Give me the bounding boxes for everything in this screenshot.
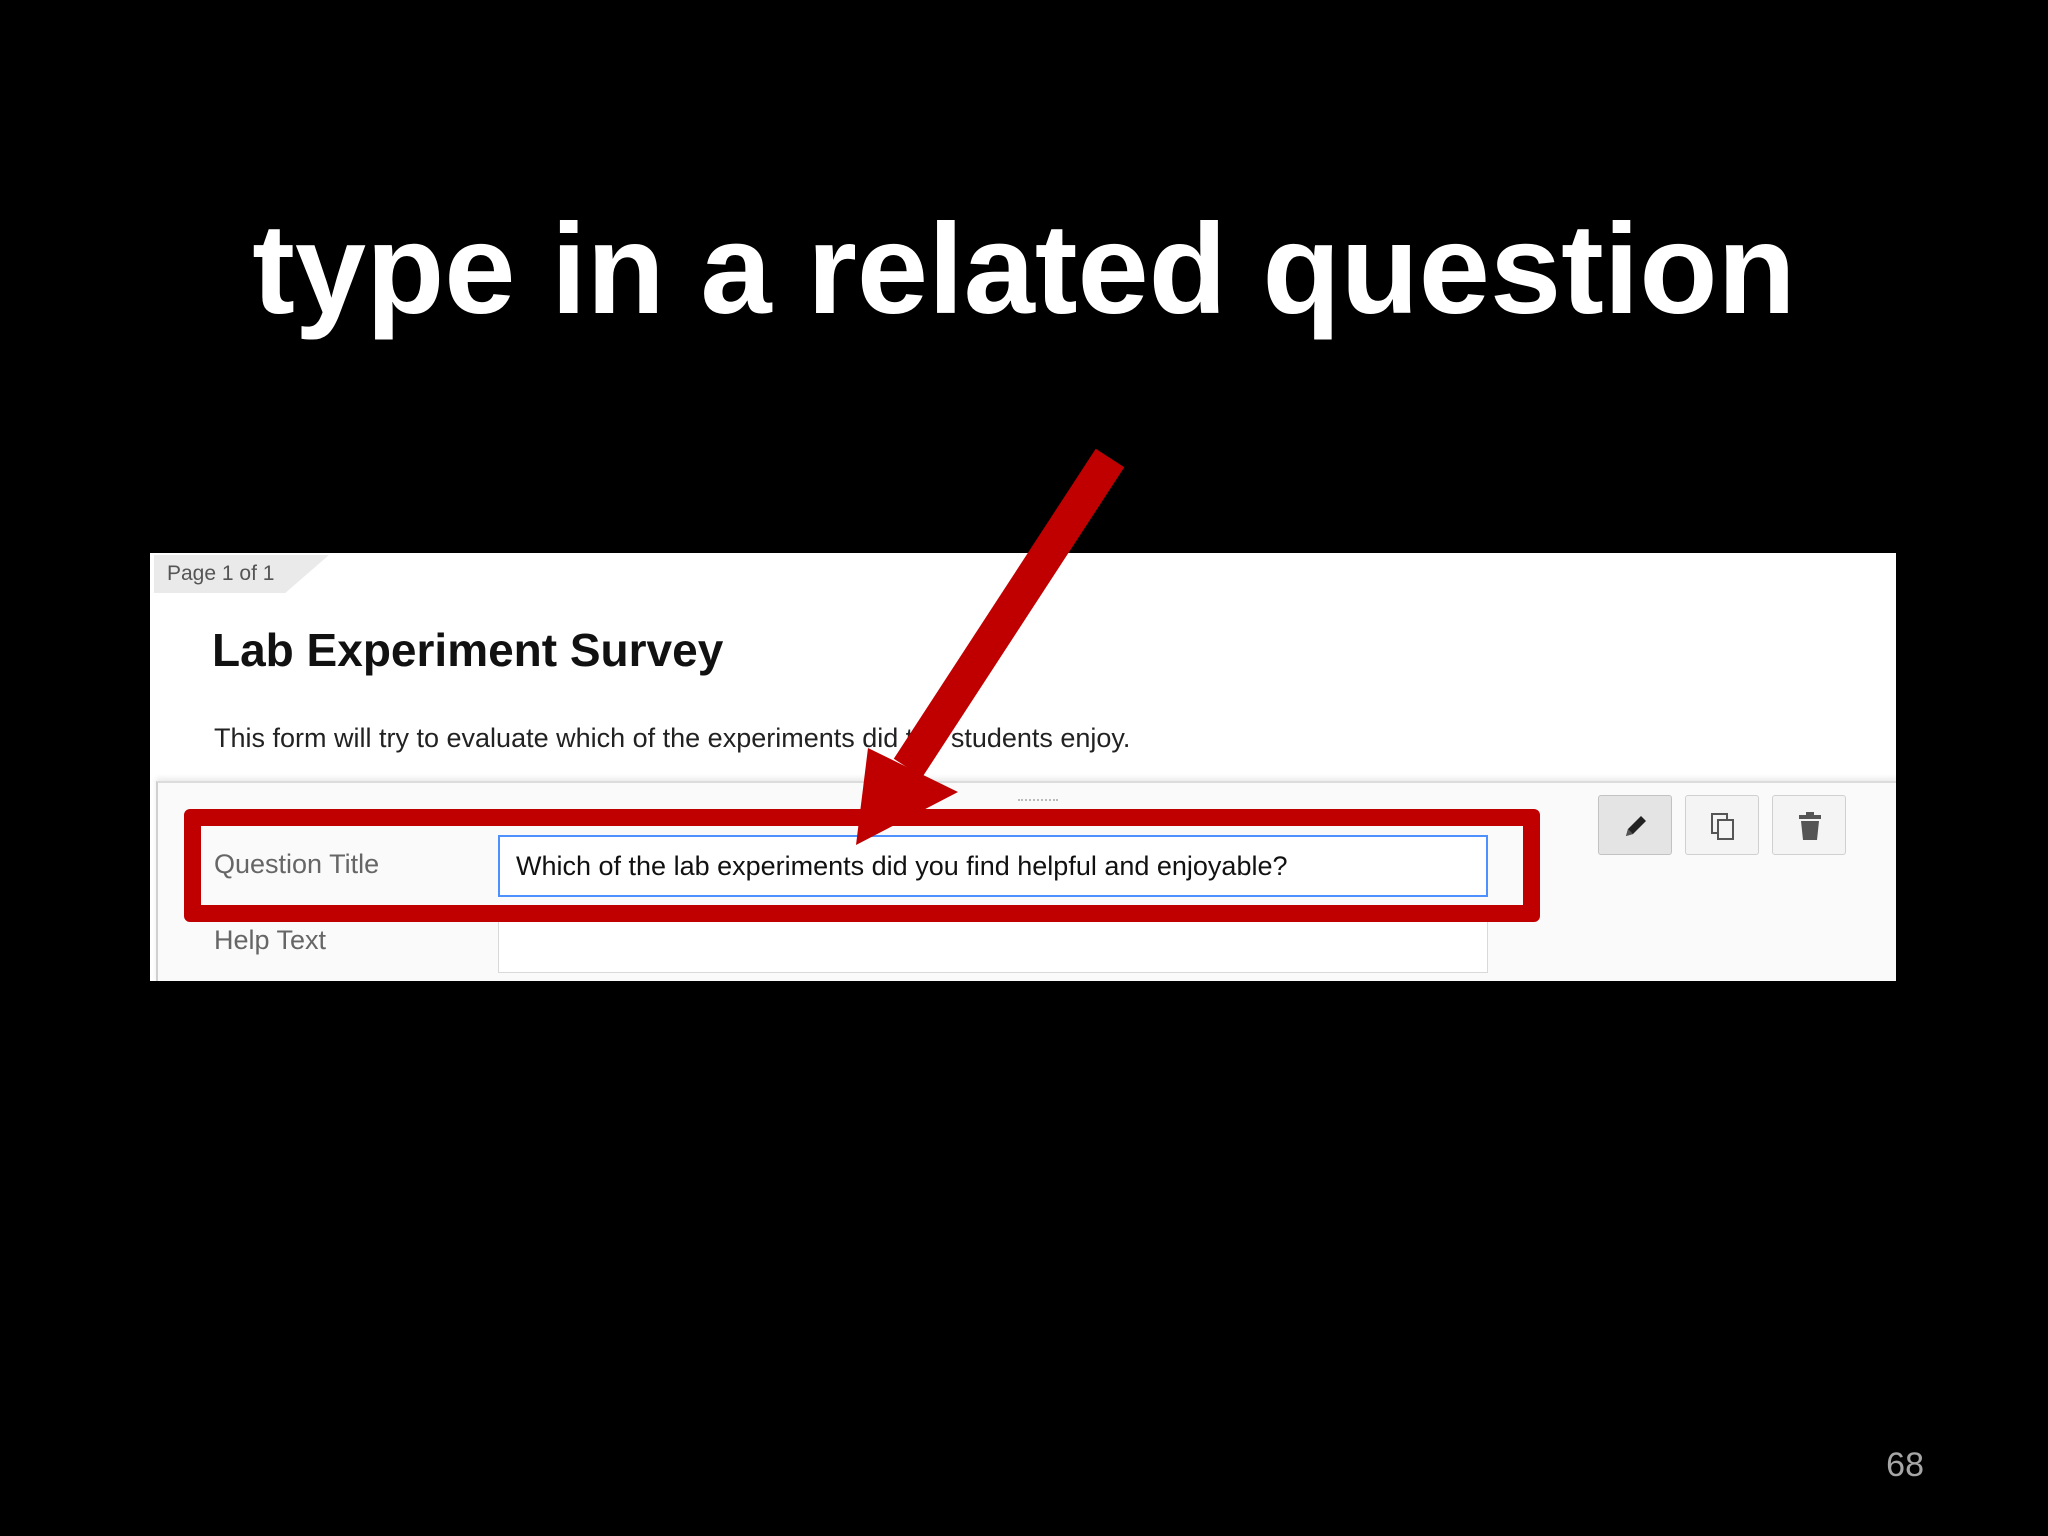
annotation-arrow	[856, 448, 1125, 845]
slide-number: 68	[1886, 1446, 1924, 1484]
